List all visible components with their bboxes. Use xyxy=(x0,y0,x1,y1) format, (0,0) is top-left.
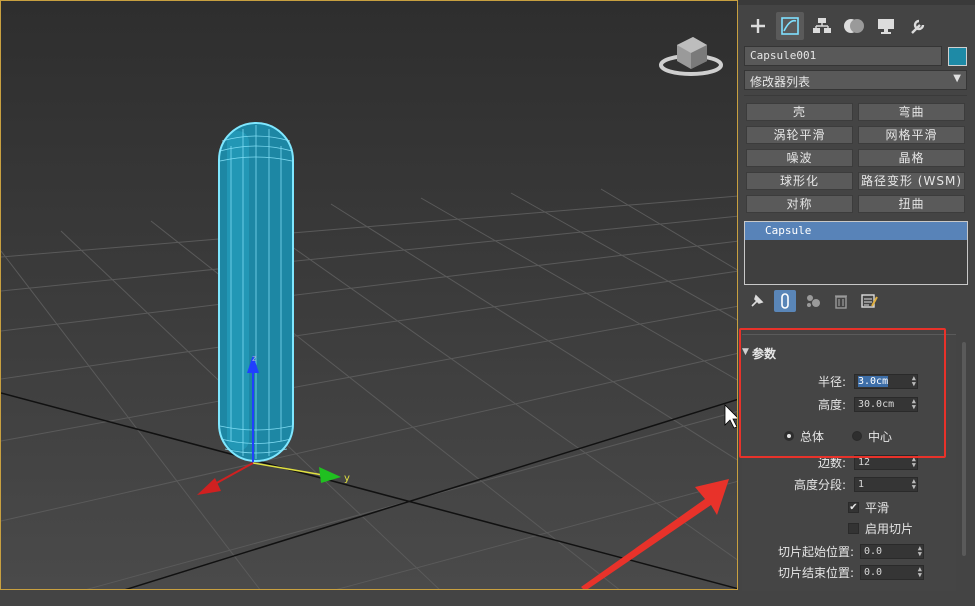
make-unique-button[interactable] xyxy=(802,290,824,312)
smooth-checkbox[interactable]: ✔ xyxy=(848,502,859,513)
viewport-scene: z y xyxy=(1,37,737,589)
utilities-tab[interactable] xyxy=(904,12,932,40)
modifier-button-meshsmooth[interactable]: 网格平滑 xyxy=(858,126,965,144)
spinner-arrows-icon[interactable]: ▲ ▼ xyxy=(918,566,922,579)
remove-modifier-button[interactable] xyxy=(830,290,852,312)
motion-tab[interactable] xyxy=(840,12,868,40)
display-icon xyxy=(878,19,894,34)
radius-label: 半径: xyxy=(817,375,846,389)
wrench-icon xyxy=(911,19,925,34)
make-unique-icon xyxy=(807,295,820,307)
slice-to-label: 切片结束位置: xyxy=(777,566,854,580)
radio-overall[interactable] xyxy=(784,431,794,441)
show-end-result-button[interactable] xyxy=(774,290,796,312)
spinner-arrows-icon[interactable]: ▲ ▼ xyxy=(918,545,922,558)
slice-from-value: 0.0 xyxy=(864,546,883,557)
modifier-buttons: 壳 弯曲 涡轮平滑 网格平滑 噪波 晶格 球形化 路径变形 (WSM) 对称 扭… xyxy=(746,103,966,213)
trash-icon xyxy=(835,295,847,309)
slice-on-label[interactable]: 启用切片 xyxy=(865,520,913,537)
modifier-button-bend[interactable]: 弯曲 xyxy=(858,103,965,121)
pin-icon xyxy=(751,294,764,307)
radius-spinner[interactable]: 3.0cm ▲ ▼ xyxy=(854,374,918,389)
hierarchy-tab[interactable] xyxy=(808,12,836,40)
perspective-viewport[interactable]: z y xyxy=(0,0,738,590)
viewport-bottom-strip xyxy=(0,590,738,606)
create-tab[interactable] xyxy=(744,12,772,40)
motion-icon xyxy=(844,19,864,33)
panel-scrollbar[interactable] xyxy=(962,342,966,556)
slice-on-checkbox[interactable] xyxy=(848,523,859,534)
spinner-arrows-icon[interactable]: ▲ ▼ xyxy=(912,398,916,411)
slice-from-spinner[interactable]: 0.0 ▲ ▼ xyxy=(860,544,924,559)
collapse-triangle-icon[interactable]: ▼ xyxy=(742,347,749,357)
spinner-arrows-icon[interactable]: ▲ ▼ xyxy=(912,478,916,491)
radio-overall-label[interactable]: 总体 xyxy=(800,428,824,445)
object-color-swatch[interactable] xyxy=(948,47,967,66)
command-panel-tabs xyxy=(744,12,970,42)
sides-value: 12 xyxy=(858,457,871,468)
radio-center-label[interactable]: 中心 xyxy=(868,428,892,445)
modifier-list-dropdown[interactable]: 修改器列表 ▼ xyxy=(744,70,967,90)
modifier-button-shell[interactable]: 壳 xyxy=(746,103,853,121)
height-label: 高度: xyxy=(817,398,846,412)
modify-icon xyxy=(781,17,799,35)
hierarchy-icon xyxy=(813,18,831,33)
sides-label: 边数: xyxy=(817,456,846,470)
modifier-button-lattice[interactable]: 晶格 xyxy=(858,149,965,167)
divider xyxy=(744,95,967,96)
command-panel: Capsule001 修改器列表 ▼ 壳 弯曲 涡轮平滑 网格平滑 噪波 晶格 … xyxy=(738,0,975,606)
slice-from-label: 切片起始位置: xyxy=(777,545,854,559)
slice-to-value: 0.0 xyxy=(864,567,883,578)
panel-top-strip xyxy=(738,0,975,5)
parameters-rollout: ▼ 参数 半径: 3.0cm ▲ ▼ 高度: 30.0cm ▲ ▼ 总体 中心 边数… xyxy=(742,334,956,591)
radio-center[interactable] xyxy=(852,431,862,441)
modifier-button-spherify[interactable]: 球形化 xyxy=(746,172,853,190)
slice-to-spinner[interactable]: 0.0 ▲ ▼ xyxy=(860,565,924,580)
radius-value: 3.0cm xyxy=(858,376,889,387)
annotation-arrow xyxy=(581,479,729,589)
stack-item-capsule[interactable]: Capsule xyxy=(745,222,967,240)
viewcube-icon[interactable] xyxy=(659,37,723,76)
modifier-list-label: 修改器列表 xyxy=(750,75,811,89)
height-segments-label: 高度分段: xyxy=(793,478,846,492)
capsule-object[interactable] xyxy=(218,122,294,462)
modifier-stack[interactable]: Capsule xyxy=(744,221,968,285)
spinner-arrows-icon[interactable]: ▲ ▼ xyxy=(912,375,916,388)
pin-stack-button[interactable] xyxy=(746,290,768,312)
height-spinner[interactable]: 30.0cm ▲ ▼ xyxy=(854,397,918,412)
modifier-button-twist[interactable]: 扭曲 xyxy=(858,195,965,213)
modifier-button-symmetry[interactable]: 对称 xyxy=(746,195,853,213)
configure-icon xyxy=(861,294,878,308)
modifier-button-turbosmooth[interactable]: 涡轮平滑 xyxy=(746,126,853,144)
object-name-field[interactable]: Capsule001 xyxy=(744,46,942,66)
height-value: 30.0cm xyxy=(858,399,895,410)
axis-z-label: z xyxy=(252,354,257,364)
height-segments-spinner[interactable]: 1 ▲ ▼ xyxy=(854,477,918,492)
chevron-down-icon: ▼ xyxy=(953,73,961,84)
display-tab[interactable] xyxy=(872,12,900,40)
configure-modifier-sets-button[interactable] xyxy=(858,290,880,312)
modifier-button-pathdeform[interactable]: 路径变形 (WSM) xyxy=(858,172,965,190)
plus-icon xyxy=(751,19,765,33)
grid xyxy=(1,188,737,589)
modifier-button-noise[interactable]: 噪波 xyxy=(746,149,853,167)
rollout-title[interactable]: 参数 xyxy=(752,345,776,362)
smooth-label[interactable]: 平滑 xyxy=(865,499,889,516)
modify-tab[interactable] xyxy=(776,12,804,40)
height-segments-value: 1 xyxy=(858,479,865,490)
axis-y-label: y xyxy=(344,473,350,484)
sides-spinner[interactable]: 12 ▲ ▼ xyxy=(854,455,918,470)
end-result-icon xyxy=(781,293,789,309)
mouse-cursor-icon xyxy=(724,404,737,429)
stack-toolbar xyxy=(746,289,966,313)
spinner-arrows-icon[interactable]: ▲ ▼ xyxy=(912,456,916,469)
